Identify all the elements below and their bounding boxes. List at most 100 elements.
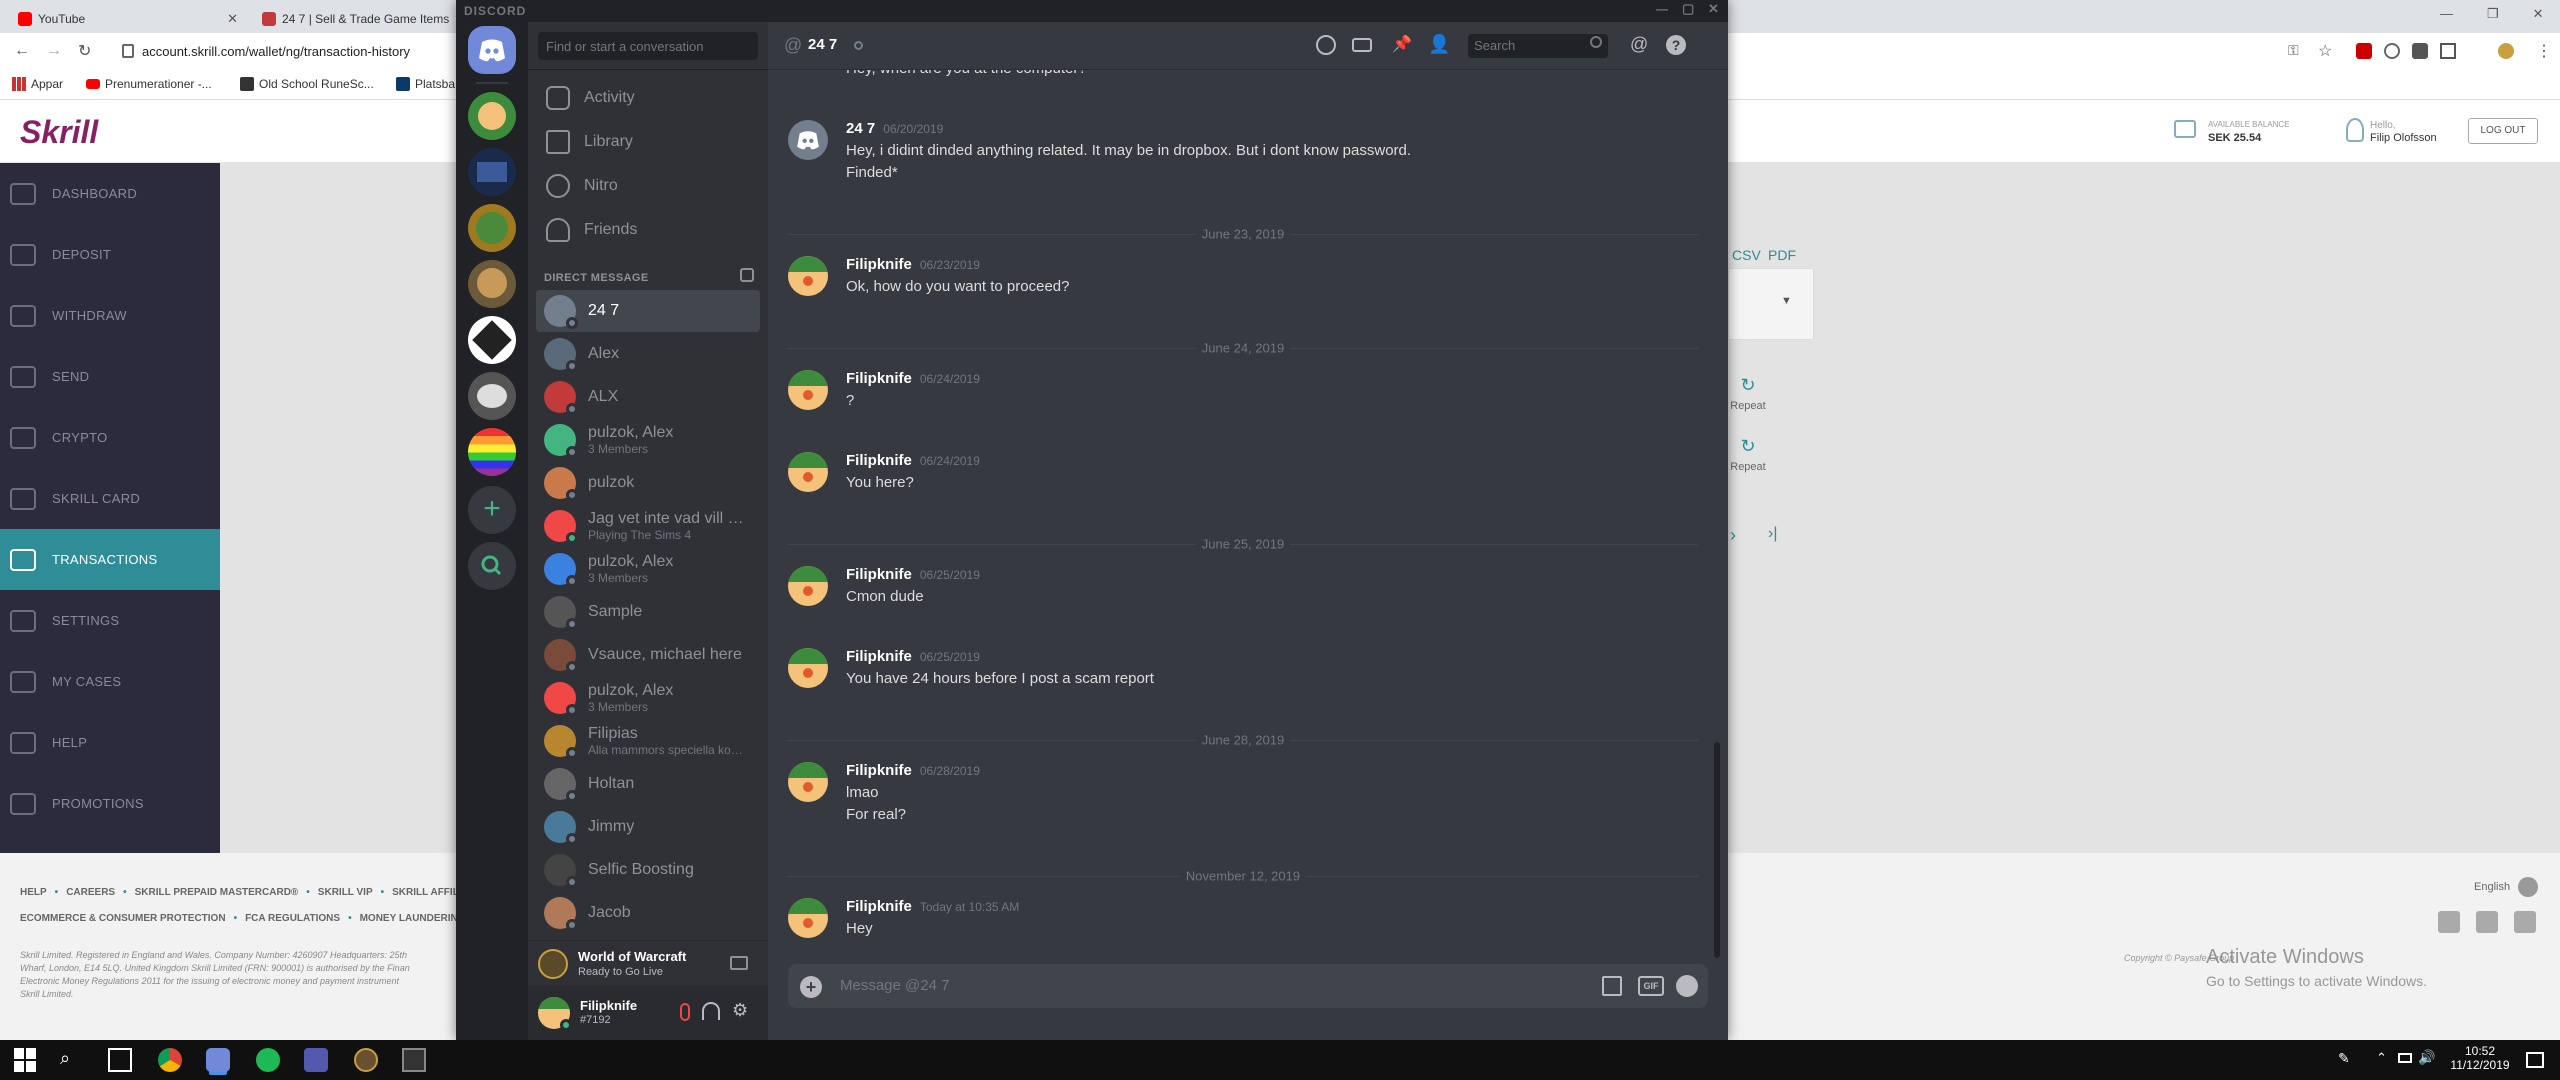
dm-item[interactable]: pulzok, Alex 3 Members xyxy=(536,548,760,590)
message-avatar[interactable] xyxy=(788,452,828,492)
skrill-nav-deposit[interactable]: DEPOSIT xyxy=(0,224,220,285)
clock[interactable]: 10:52 11/12/2019 xyxy=(2448,1044,2512,1072)
bookmark-youtube[interactable]: Prenumerationer -... xyxy=(86,77,212,91)
skrill-nav-crypto[interactable]: CRYPTO xyxy=(0,407,220,468)
chrome-icon[interactable] xyxy=(158,1048,182,1072)
explore-servers-button[interactable] xyxy=(468,542,516,590)
headphones-icon[interactable] xyxy=(702,1002,720,1020)
browser-tab-youtube[interactable]: YouTube ✕ xyxy=(8,4,248,33)
search-icon[interactable]: ⌕ xyxy=(60,1048,84,1072)
message-author[interactable]: Filipknife xyxy=(846,256,912,273)
skrill-nav-dashboard[interactable]: DASHBOARD xyxy=(0,163,220,224)
mute-microphone-icon[interactable] xyxy=(680,1003,690,1021)
twitter-icon[interactable] xyxy=(2476,911,2498,933)
message-author[interactable]: Filipknife xyxy=(846,452,912,469)
app-icon[interactable] xyxy=(402,1048,426,1072)
task-view-icon[interactable] xyxy=(108,1048,132,1072)
dm-item[interactable]: pulzok, Alex 3 Members xyxy=(536,677,760,719)
settings-gear-icon[interactable]: ⚙ xyxy=(732,1000,748,1021)
footer-link[interactable]: MONEY LAUNDERING xyxy=(360,913,466,924)
footer-link[interactable]: SKRILL PREPAID MASTERCARD® xyxy=(135,887,299,898)
server-icon-5[interactable] xyxy=(468,316,516,364)
export-pdf-link[interactable]: PDF xyxy=(1768,247,1796,263)
dm-item[interactable]: Alex xyxy=(536,333,760,375)
server-icon-6[interactable] xyxy=(468,372,516,420)
server-icon-1[interactable] xyxy=(468,92,516,140)
upload-icon[interactable]: + xyxy=(800,976,822,998)
linkedin-icon[interactable] xyxy=(2514,911,2536,933)
key-icon[interactable]: ⚿ xyxy=(2288,42,2299,59)
back-icon[interactable]: ← xyxy=(14,42,30,60)
bookmark-apps[interactable]: Appar xyxy=(12,77,63,91)
dm-item[interactable]: Jimmy xyxy=(536,806,760,848)
skrill-nav-settings[interactable]: SETTINGS xyxy=(0,590,220,651)
next-page-icon[interactable]: › xyxy=(1730,525,1736,546)
close-icon[interactable]: ✕ xyxy=(1708,1,1719,17)
message-avatar[interactable] xyxy=(788,648,828,688)
facebook-icon[interactable] xyxy=(2438,911,2460,933)
dm-item[interactable]: Jacob xyxy=(536,892,760,934)
dm-item[interactable]: Sample xyxy=(536,591,760,633)
server-icon-2[interactable] xyxy=(468,148,516,196)
teams-icon[interactable] xyxy=(304,1048,328,1072)
call-icon[interactable] xyxy=(1316,35,1336,55)
new-dm-icon[interactable] xyxy=(740,268,754,282)
dm-item[interactable]: Filipias Alla mammors speciella kom... xyxy=(536,720,760,762)
footer-link[interactable]: CAREERS xyxy=(66,887,115,898)
extension-icon[interactable] xyxy=(2440,43,2456,59)
skrill-nav-send[interactable]: SEND xyxy=(0,346,220,407)
skrill-nav-transactions[interactable]: TRANSACTIONS xyxy=(0,529,220,590)
chat-scrollbar[interactable] xyxy=(1714,742,1720,958)
wow-icon[interactable] xyxy=(354,1048,378,1072)
nav-friends[interactable]: Friends xyxy=(536,209,760,251)
maximize-icon[interactable]: ▢ xyxy=(1682,1,1694,17)
browser-tab-247[interactable]: 24 7 | Sell & Trade Game Items xyxy=(252,4,452,33)
message-author[interactable]: 24 7 xyxy=(846,120,875,137)
mentions-icon[interactable]: @ xyxy=(1630,34,1648,55)
footer-link[interactable]: SKRILL VIP xyxy=(318,887,373,898)
tray-chevron-icon[interactable]: ⌃ xyxy=(2376,1050,2387,1066)
dm-item[interactable]: Vsauce, michael here xyxy=(536,634,760,676)
filter-dropdown[interactable]: ▼ xyxy=(1728,268,1814,340)
dm-item[interactable]: ALX xyxy=(536,376,760,418)
bookmark-platsbanken[interactable]: Platsba xyxy=(396,77,455,91)
url-field[interactable]: account.skrill.com/wallet/ng/transaction… xyxy=(142,44,410,59)
dm-item[interactable]: 24 7 xyxy=(536,290,760,332)
skrill-logo[interactable]: Skrill xyxy=(20,114,98,151)
message-avatar[interactable] xyxy=(788,762,828,802)
server-icon-7[interactable] xyxy=(468,428,516,476)
logout-button[interactable]: LOG OUT xyxy=(2468,118,2538,144)
star-icon[interactable]: ☆ xyxy=(2318,41,2332,61)
skrill-nav-my-cases[interactable]: MY CASES xyxy=(0,651,220,712)
footer-link[interactable]: HELP xyxy=(20,887,47,898)
export-csv-link[interactable]: CSV xyxy=(1732,247,1761,263)
find-conversation-input[interactable]: Find or start a conversation xyxy=(538,32,758,60)
footer-link[interactable]: ECOMMERCE & CONSUMER PROTECTION xyxy=(20,913,226,924)
message-avatar[interactable] xyxy=(788,120,828,160)
nav-library[interactable]: Library xyxy=(536,121,760,163)
video-call-icon[interactable] xyxy=(1352,38,1372,52)
home-button[interactable] xyxy=(468,26,516,74)
close-tab-icon[interactable]: ✕ xyxy=(227,11,238,27)
go-live-icon[interactable] xyxy=(730,956,748,970)
reload-icon[interactable]: ↻ xyxy=(78,41,91,61)
windows-start-icon[interactable] xyxy=(14,1048,38,1072)
message-author[interactable]: Filipknife xyxy=(846,370,912,387)
forward-icon[interactable]: → xyxy=(46,42,62,60)
dm-item[interactable]: Jag vet inte vad vill d... Playing The Si… xyxy=(536,505,760,547)
server-icon-3[interactable] xyxy=(468,204,516,252)
emoji-icon[interactable] xyxy=(1676,975,1698,997)
message-author[interactable]: Filipknife xyxy=(846,762,912,779)
footer-link[interactable]: FCA REGULATIONS xyxy=(245,913,340,924)
dm-item[interactable]: Holtan xyxy=(536,763,760,805)
minimize-icon[interactable]: — xyxy=(1656,2,1668,16)
message-input[interactable]: Message @24 7 xyxy=(840,977,949,994)
maximize-icon[interactable]: ❐ xyxy=(2487,6,2499,22)
message-author[interactable]: Filipknife xyxy=(846,566,912,583)
dm-item[interactable]: pulzok, Alex 3 Members xyxy=(536,419,760,461)
skrill-nav-withdraw[interactable]: WITHDRAW xyxy=(0,285,220,346)
repeat-button[interactable]: ↻ Repeat xyxy=(1728,436,1768,486)
language-label[interactable]: English xyxy=(2474,881,2510,893)
last-page-icon[interactable]: ›| xyxy=(1768,525,1777,543)
pin-icon[interactable]: 📌 xyxy=(1392,34,1412,54)
